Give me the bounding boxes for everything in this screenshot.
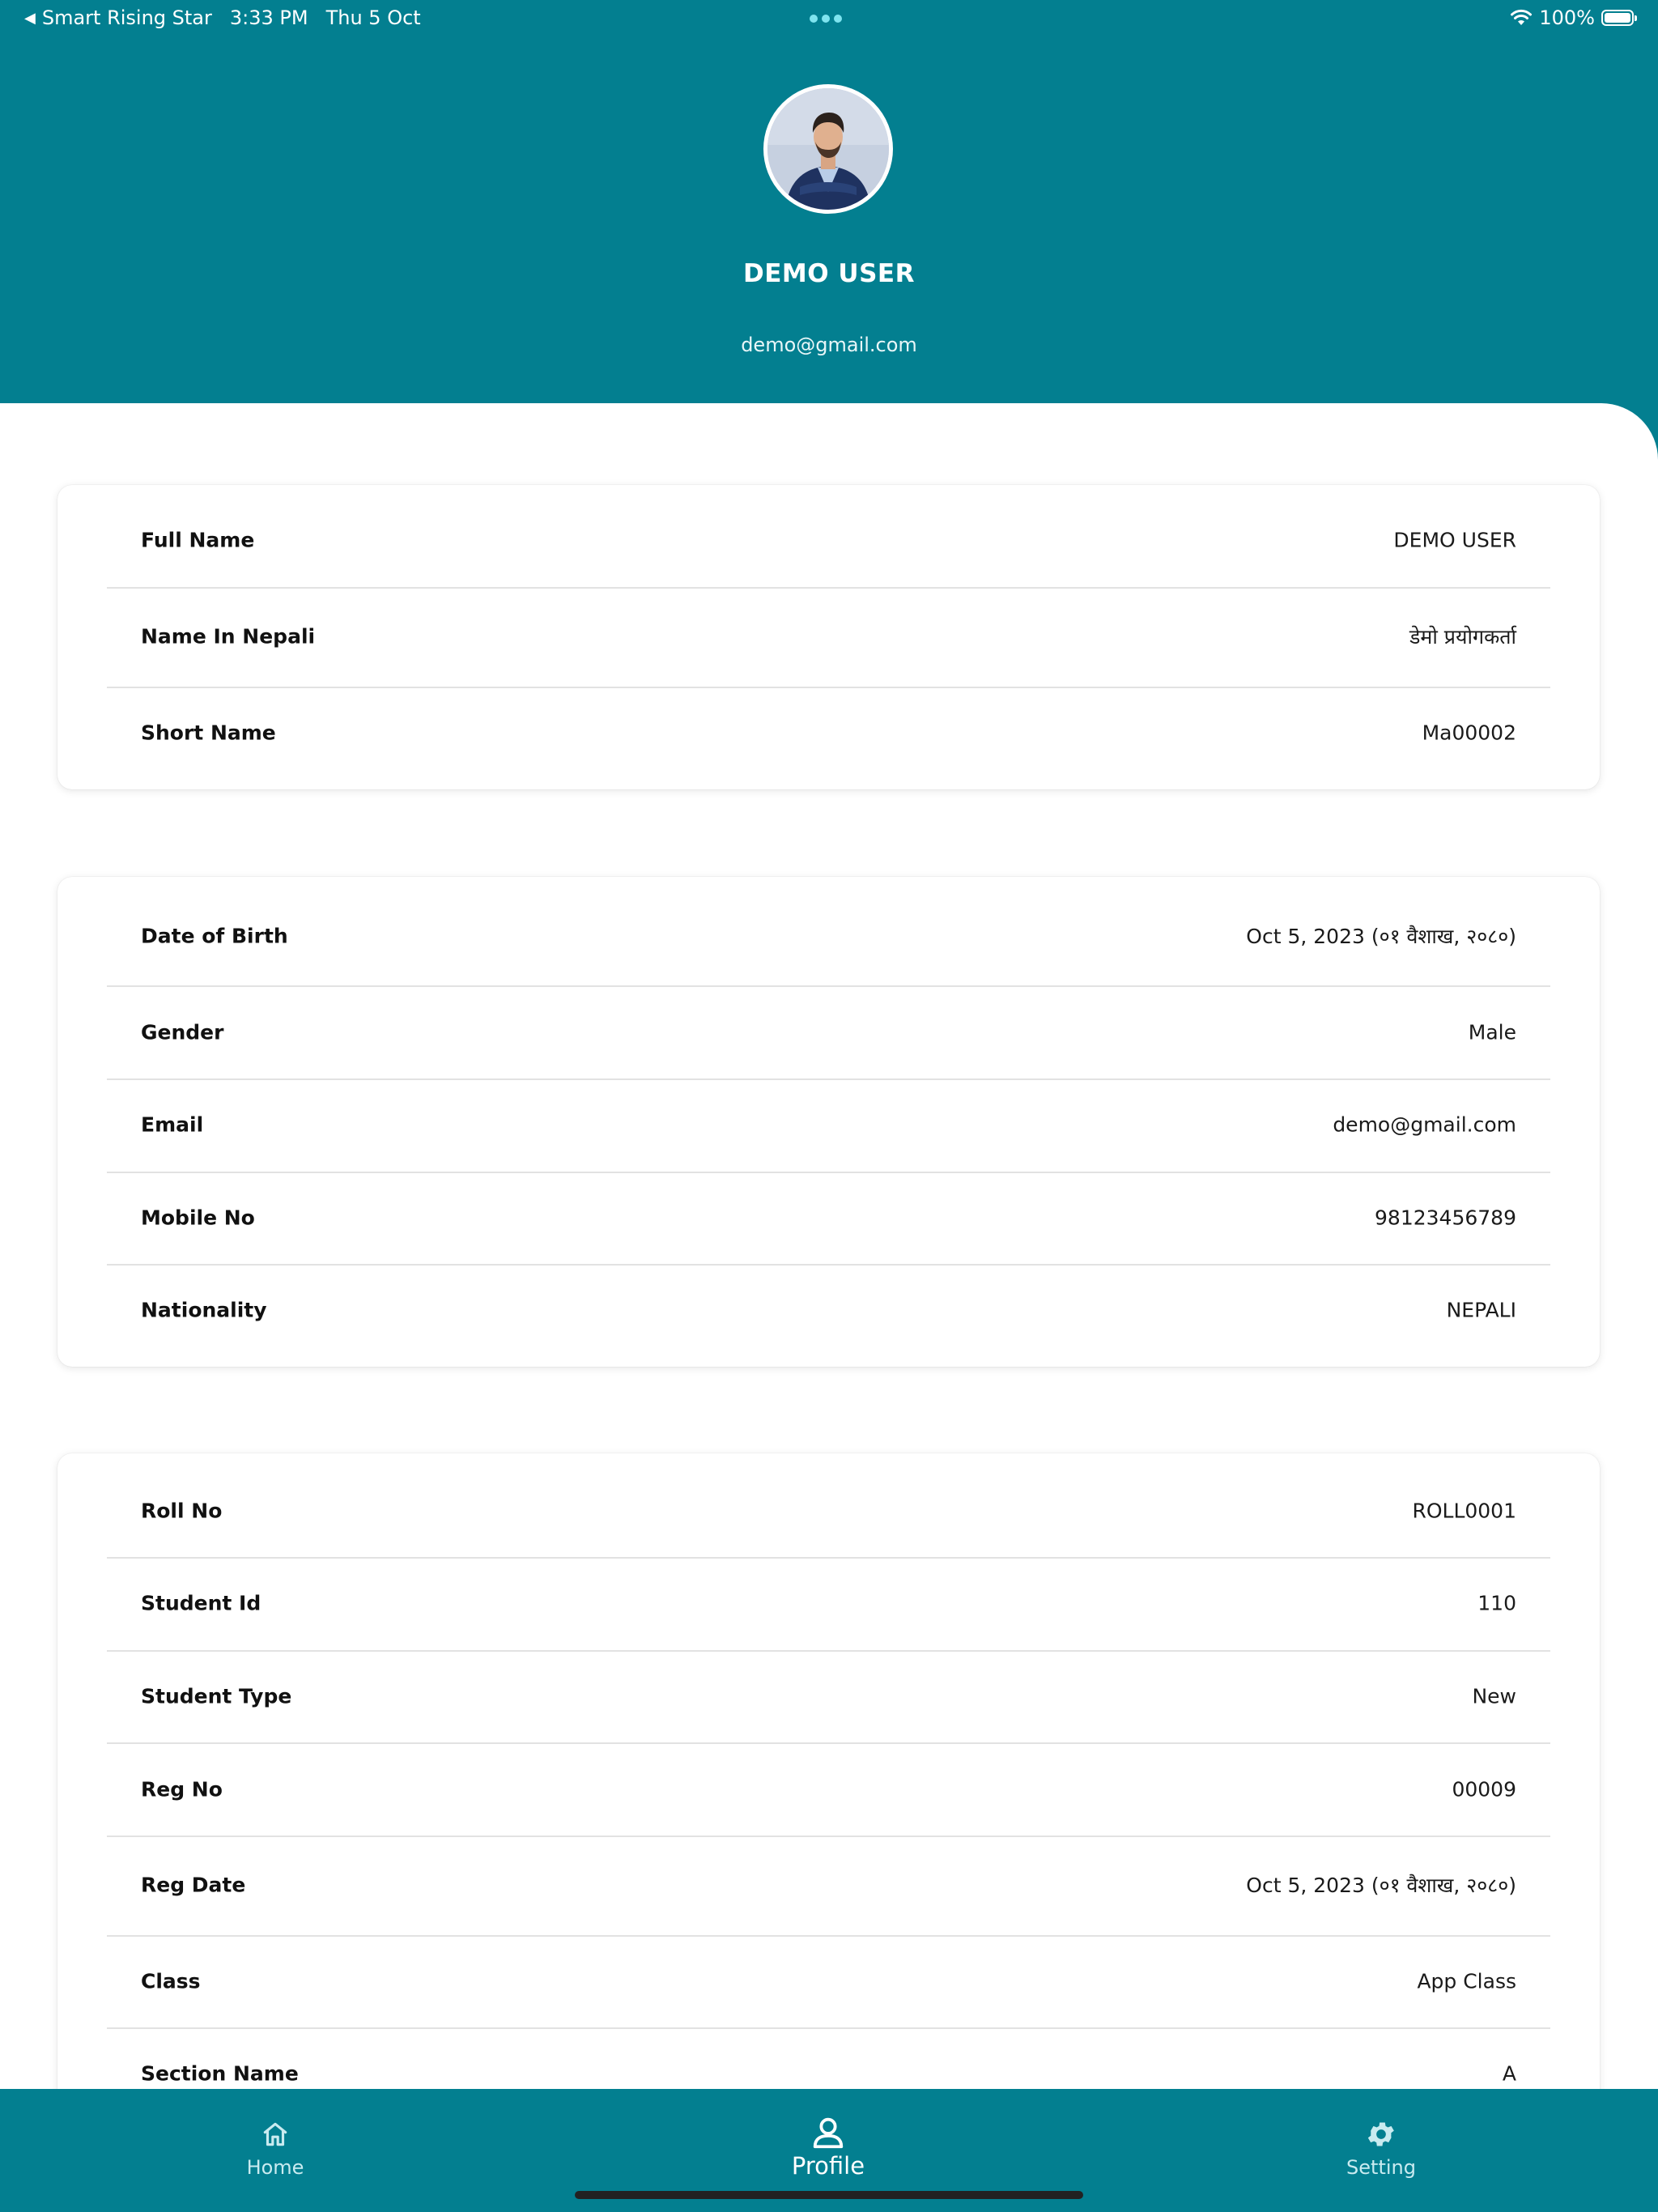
row-value: demo@gmail.com — [1333, 1112, 1516, 1137]
nav-home[interactable]: Home — [154, 2089, 397, 2179]
row-value: डेमो प्रयोगकर्ता — [1409, 625, 1516, 649]
row-divider — [107, 2027, 1550, 2029]
nav-profile-label: Profile — [791, 2152, 865, 2180]
row-label: Reg No — [141, 1777, 223, 1802]
row-value: Oct 5, 2023 (०१ वैशाख, २०८०) — [1246, 1874, 1516, 1897]
row-label: Roll No — [141, 1499, 223, 1523]
row-value: NEPALI — [1446, 1298, 1516, 1322]
row-divider — [107, 1078, 1550, 1080]
status-bar: ◀ Smart Rising Star 3:33 PM Thu 5 Oct 10… — [0, 0, 1658, 39]
row-divider — [107, 1172, 1550, 1173]
row-label: Nationality — [141, 1298, 267, 1322]
info-row-mobile-no: Mobile No 98123456789 — [107, 1206, 1550, 1230]
row-label: Mobile No — [141, 1206, 255, 1230]
info-row-reg-no: Reg No 00009 — [107, 1778, 1550, 1802]
row-label: Email — [141, 1112, 204, 1137]
info-row-reg-date: Reg Date Oct 5, 2023 (०१ वैशाख, २०८०) — [107, 1874, 1550, 1898]
info-row-class: Class App Class — [107, 1970, 1550, 1993]
row-label: Class — [141, 1969, 201, 1993]
row-value: Oct 5, 2023 (०१ वैशाख, २०८०) — [1246, 925, 1516, 948]
status-right: 100% — [1510, 6, 1637, 29]
info-row-name-in-nepali: Name In Nepali डेमो प्रयोगकर्ता — [107, 625, 1550, 649]
home-indicator[interactable] — [575, 2191, 1083, 2199]
battery-icon — [1601, 10, 1637, 26]
info-row-student-id: Student Id 110 — [107, 1592, 1550, 1615]
row-label: Gender — [141, 1020, 224, 1044]
info-row-email: Email demo@gmail.com — [107, 1113, 1550, 1137]
profile-name: DEMO USER — [743, 259, 915, 288]
row-value: New — [1472, 1684, 1516, 1708]
academic-info-card: Roll No ROLL0001 Student Id 110 Student … — [57, 1453, 1600, 2166]
nav-setting-label: Setting — [1346, 2156, 1416, 2179]
row-value: Male — [1468, 1020, 1516, 1044]
nav-home-label: Home — [246, 2156, 304, 2179]
content-curve — [0, 403, 1658, 460]
user-icon — [813, 2117, 844, 2149]
profile-email: demo@gmail.com — [741, 334, 917, 356]
back-app-label[interactable]: Smart Rising Star — [42, 6, 212, 29]
contact-info-card: Date of Birth Oct 5, 2023 (०१ वैशाख, २०८… — [57, 877, 1600, 1367]
info-row-roll-no: Roll No ROLL0001 — [107, 1499, 1550, 1523]
row-label: Student Type — [141, 1684, 292, 1708]
avatar-person-image — [767, 88, 889, 210]
row-value: A — [1502, 2061, 1516, 2086]
multitasking-dots-icon[interactable] — [810, 15, 842, 23]
row-value: Ma00002 — [1422, 721, 1516, 745]
info-row-gender: Gender Male — [107, 1021, 1550, 1044]
row-label: Student Id — [141, 1591, 261, 1615]
row-divider — [107, 985, 1550, 987]
row-divider — [107, 1836, 1550, 1837]
row-divider — [107, 1935, 1550, 1937]
nav-setting[interactable]: Setting — [1260, 2089, 1503, 2179]
row-divider — [107, 1557, 1550, 1559]
back-arrow-icon[interactable]: ◀ — [24, 10, 36, 27]
row-label: Name In Nepali — [141, 624, 316, 649]
row-divider — [107, 687, 1550, 688]
gear-icon — [1367, 2122, 1394, 2146]
row-divider — [107, 1264, 1550, 1266]
avatar[interactable] — [763, 84, 893, 214]
row-value: 110 — [1477, 1591, 1516, 1615]
info-row-full-name: Full Name DEMO USER — [107, 529, 1550, 552]
personal-info-card: Full Name DEMO USER Name In Nepali डेमो … — [57, 485, 1600, 789]
nav-profile[interactable]: Profile — [707, 2089, 950, 2180]
status-left: ◀ Smart Rising Star 3:33 PM Thu 5 Oct — [24, 6, 421, 29]
info-row-section-name: Section Name A — [107, 2062, 1550, 2086]
status-time: 3:33 PM — [229, 6, 308, 29]
info-row-short-name: Short Name Ma00002 — [107, 721, 1550, 745]
row-label: Short Name — [141, 721, 276, 745]
home-icon — [263, 2122, 287, 2146]
row-value: App Class — [1417, 1969, 1516, 1993]
row-label: Reg Date — [141, 1873, 246, 1897]
battery-percent: 100% — [1539, 6, 1595, 29]
row-value: DEMO USER — [1393, 528, 1516, 552]
info-row-nationality: Nationality NEPALI — [107, 1299, 1550, 1322]
row-value: 00009 — [1452, 1777, 1516, 1802]
row-value: 98123456789 — [1375, 1206, 1516, 1230]
row-divider — [107, 1742, 1550, 1744]
row-divider — [107, 1650, 1550, 1652]
row-label: Date of Birth — [141, 924, 288, 948]
info-row-date-of-birth: Date of Birth Oct 5, 2023 (०१ वैशाख, २०८… — [107, 925, 1550, 949]
row-label: Full Name — [141, 528, 255, 552]
row-divider — [107, 587, 1550, 589]
row-value: ROLL0001 — [1412, 1499, 1516, 1523]
info-row-student-type: Student Type New — [107, 1685, 1550, 1708]
wifi-icon — [1511, 9, 1533, 25]
status-date: Thu 5 Oct — [325, 6, 421, 29]
row-label: Section Name — [141, 2061, 299, 2086]
